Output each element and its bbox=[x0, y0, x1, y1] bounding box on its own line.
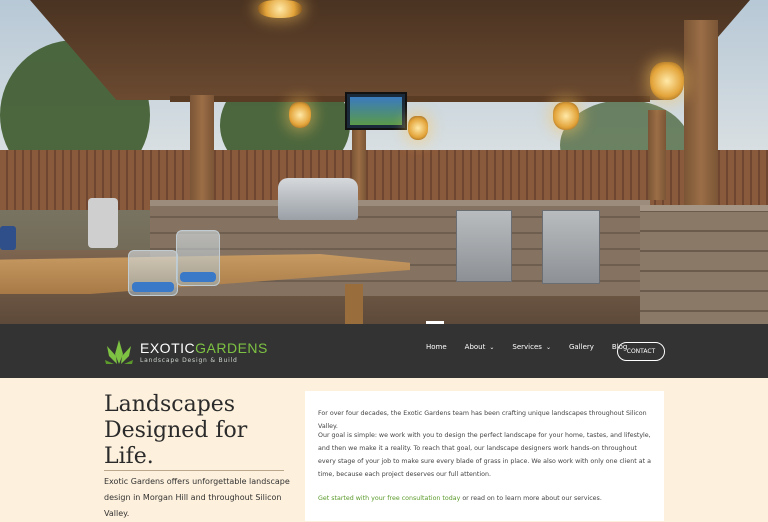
page-title: Landscapes Designed for Life. bbox=[104, 392, 248, 469]
hero-grill bbox=[278, 178, 358, 220]
logo-text: EXOTICGARDENS Landscape Design & Build bbox=[140, 341, 268, 364]
lantern-icon bbox=[289, 102, 311, 128]
lantern-icon bbox=[650, 62, 684, 100]
nav-item-label: Home bbox=[426, 343, 447, 351]
title-divider bbox=[104, 470, 284, 471]
logo-tagline: Landscape Design & Build bbox=[140, 356, 238, 364]
nav-item-about[interactable]: About ⌄ bbox=[465, 343, 495, 351]
hero-cabinet bbox=[542, 210, 600, 284]
lantern-icon bbox=[258, 0, 302, 18]
hero-cushion bbox=[0, 226, 16, 250]
hero-post bbox=[190, 95, 214, 205]
hero-post bbox=[684, 20, 718, 210]
nav-item-label: Gallery bbox=[568, 343, 594, 351]
hero-beam bbox=[170, 96, 650, 102]
nav-item-gallery[interactable]: Gallery bbox=[569, 343, 594, 351]
logo-name-part1: EXOTIC bbox=[140, 339, 196, 356]
logo-name-part2: GARDENS bbox=[195, 339, 268, 356]
main-nav: Home About ⌄ Services ⌄ Gallery Blog bbox=[426, 343, 645, 351]
lantern-icon bbox=[408, 116, 428, 140]
hero-post bbox=[648, 110, 666, 200]
hero-table-leg bbox=[345, 284, 363, 324]
contact-button[interactable]: CONTACT bbox=[617, 342, 665, 361]
hero-jar bbox=[128, 250, 178, 296]
hero-chair bbox=[88, 198, 118, 248]
hero-pergola-roof bbox=[30, 0, 750, 100]
leaf-logo-icon bbox=[105, 340, 133, 364]
hero-stone-wall bbox=[640, 205, 768, 324]
nav-item-services[interactable]: Services ⌄ bbox=[512, 343, 551, 351]
chevron-down-icon: ⌄ bbox=[545, 343, 551, 351]
intro-text: Exotic Gardens offers unforgettable land… bbox=[104, 477, 290, 518]
hero-image bbox=[0, 0, 768, 324]
hero-cabinet bbox=[456, 210, 512, 282]
nav-item-home[interactable]: Home bbox=[426, 343, 447, 351]
nav-item-label: About bbox=[464, 343, 486, 351]
site-logo[interactable]: EXOTICGARDENS Landscape Design & Build bbox=[104, 338, 268, 366]
about-paragraph-2: Our goal is simple: we work with you to … bbox=[318, 432, 651, 478]
about-paragraph-3: Get started with your free consultation … bbox=[318, 492, 654, 505]
nav-item-label: Services bbox=[512, 343, 542, 351]
hero-jar bbox=[176, 230, 220, 286]
hero-tv bbox=[345, 92, 407, 130]
cta-rest-text: or read on to learn more about our servi… bbox=[460, 495, 602, 502]
lantern-icon bbox=[553, 102, 579, 130]
consultation-link[interactable]: Get started with your free consultation … bbox=[318, 495, 460, 502]
chevron-down-icon: ⌄ bbox=[489, 343, 495, 351]
logo-name: EXOTICGARDENS bbox=[140, 341, 268, 355]
about-card: For over four decades, the Exotic Garden… bbox=[305, 391, 664, 521]
